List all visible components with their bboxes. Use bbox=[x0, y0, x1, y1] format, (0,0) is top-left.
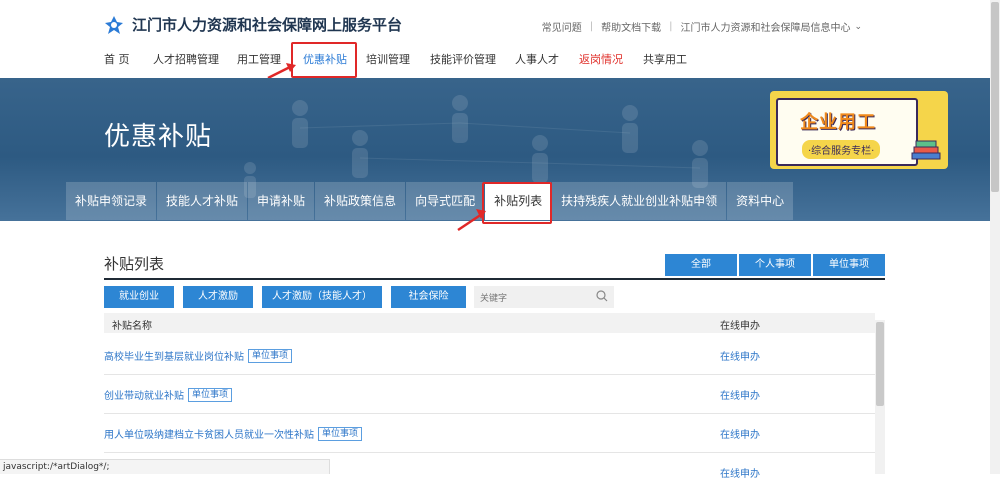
subsidy-name: 用人单位吸纳建档立卡贫困人员就业一次性补贴 bbox=[104, 430, 314, 441]
tab-skilled-talent-subsidy[interactable]: 技能人才补贴 bbox=[157, 182, 248, 220]
column-header-action: 在线申办 bbox=[720, 321, 760, 332]
nav-item-return-status[interactable]: 返岗情况 bbox=[579, 51, 623, 67]
nav-item-shared-employment[interactable]: 共享用工 bbox=[643, 51, 687, 67]
subsidy-tabs: 补贴申领记录 技能人才补贴 申请补贴 补贴政策信息 向导式匹配 补贴列表 扶持残… bbox=[66, 182, 794, 220]
page-scrollbar[interactable] bbox=[990, 0, 1000, 474]
page-scrollbar-thumb[interactable] bbox=[991, 2, 999, 192]
promo-subtitle: ·综合服务专栏· bbox=[802, 140, 881, 159]
unit-item-tag: 单位事项 bbox=[188, 387, 233, 402]
browser-status-bar: javascript:/*artDialog*/; bbox=[0, 459, 330, 474]
filter-all-button[interactable]: 全部 bbox=[665, 254, 737, 276]
category-talent-button[interactable]: 人才激励 bbox=[183, 286, 253, 308]
tab-disability-subsidy[interactable]: 扶持残疾人就业创业补贴申领 bbox=[552, 182, 727, 220]
table-row: 用人单位吸纳建档立卡贫困人员就业一次性补贴 单位事项 在线申办 bbox=[104, 414, 875, 453]
category-talent-skill-button[interactable]: 人才激励（技能人才） bbox=[262, 286, 382, 308]
column-header-name: 补贴名称 bbox=[112, 321, 152, 332]
top-links: 常见问题 | 帮助文档下载 | 江门市人力资源和社会保障局信息中心 ⌄ bbox=[542, 19, 862, 34]
filter-personal-button[interactable]: 个人事项 bbox=[739, 254, 811, 276]
tab-policy-info[interactable]: 补贴政策信息 bbox=[315, 182, 406, 220]
search-input[interactable] bbox=[474, 288, 596, 310]
help-download-link[interactable]: 帮助文档下载 bbox=[601, 19, 661, 34]
tab-application-records[interactable]: 补贴申领记录 bbox=[66, 182, 157, 220]
site-header: 江门市人力资源和社会保障网上服务平台 常见问题 | 帮助文档下载 | 江门市人力… bbox=[0, 0, 990, 80]
highlight-box bbox=[482, 182, 552, 224]
annotation-arrow-icon bbox=[457, 209, 486, 232]
apply-online-link[interactable]: 在线申办 bbox=[720, 387, 760, 402]
apply-online-link[interactable]: 在线申办 bbox=[720, 465, 760, 480]
category-employment-button[interactable]: 就业创业 bbox=[104, 286, 174, 308]
logo-icon bbox=[105, 15, 123, 34]
apply-online-link[interactable]: 在线申办 bbox=[720, 348, 760, 363]
nav-item-personnel[interactable]: 人事人才 bbox=[515, 51, 559, 67]
enterprise-service-promo[interactable]: 企业用工 ·综合服务专栏· bbox=[770, 91, 948, 169]
subsidy-name: 创业带动就业补贴 bbox=[104, 391, 184, 402]
site-logo[interactable]: 江门市人力资源和社会保障网上服务平台 bbox=[104, 14, 402, 35]
search-icon[interactable] bbox=[596, 290, 608, 302]
section-divider bbox=[104, 278, 885, 280]
subsidy-name-link[interactable]: 创业带动就业补贴 单位事项 bbox=[104, 387, 233, 402]
table-row: 创业带动就业补贴 单位事项 在线申办 bbox=[104, 375, 875, 414]
divider: | bbox=[589, 21, 594, 32]
page-title: 优惠补贴 bbox=[104, 122, 213, 152]
table-row: 高校毕业生到基层就业岗位补贴 单位事项 在线申办 bbox=[104, 336, 875, 375]
filter-unit-button[interactable]: 单位事项 bbox=[813, 254, 885, 276]
tab-apply-subsidy[interactable]: 申请补贴 bbox=[248, 182, 315, 220]
books-icon bbox=[911, 140, 941, 160]
section-title: 补贴列表 bbox=[104, 255, 165, 273]
faq-link[interactable]: 常见问题 bbox=[542, 19, 582, 34]
list-scrollbar[interactable] bbox=[875, 320, 885, 474]
nav-item-recruitment[interactable]: 人才招聘管理 bbox=[153, 51, 219, 67]
highlight-box bbox=[291, 42, 357, 78]
tab-resource-center[interactable]: 资料中心 bbox=[727, 182, 794, 220]
chevron-down-icon[interactable]: ⌄ bbox=[854, 22, 862, 32]
subsidy-name-link[interactable]: 用人单位吸纳建档立卡贫困人员就业一次性补贴 单位事项 bbox=[104, 426, 363, 441]
subsidy-name-link[interactable]: 高校毕业生到基层就业岗位补贴 单位事项 bbox=[104, 348, 293, 363]
nav-item-skill-evaluation[interactable]: 技能评价管理 bbox=[430, 51, 496, 67]
list-scrollbar-thumb[interactable] bbox=[876, 322, 884, 406]
info-center-link[interactable]: 江门市人力资源和社会保障局信息中心 bbox=[680, 19, 850, 34]
divider: | bbox=[669, 21, 673, 32]
apply-online-link[interactable]: 在线申办 bbox=[720, 426, 760, 441]
promo-title: 企业用工 bbox=[800, 112, 876, 133]
nav-item-training[interactable]: 培训管理 bbox=[366, 51, 410, 67]
scope-filters: 全部 个人事项 单位事项 bbox=[665, 254, 885, 276]
unit-item-tag: 单位事项 bbox=[318, 426, 363, 441]
unit-item-tag: 单位事项 bbox=[248, 348, 293, 363]
subsidy-name: 高校毕业生到基层就业岗位补贴 bbox=[104, 352, 244, 363]
table-header: 补贴名称 在线申办 bbox=[104, 313, 875, 333]
category-filters: 就业创业 人才激励 人才激励（技能人才） 社会保险 bbox=[104, 286, 466, 308]
category-social-insurance-button[interactable]: 社会保险 bbox=[391, 286, 466, 308]
site-title: 江门市人力资源和社会保障网上服务平台 bbox=[132, 16, 403, 34]
promo-board: 企业用工 ·综合服务专栏· bbox=[776, 98, 918, 166]
nav-item-home[interactable]: 首 页 bbox=[104, 51, 130, 67]
keyword-search bbox=[474, 286, 614, 310]
